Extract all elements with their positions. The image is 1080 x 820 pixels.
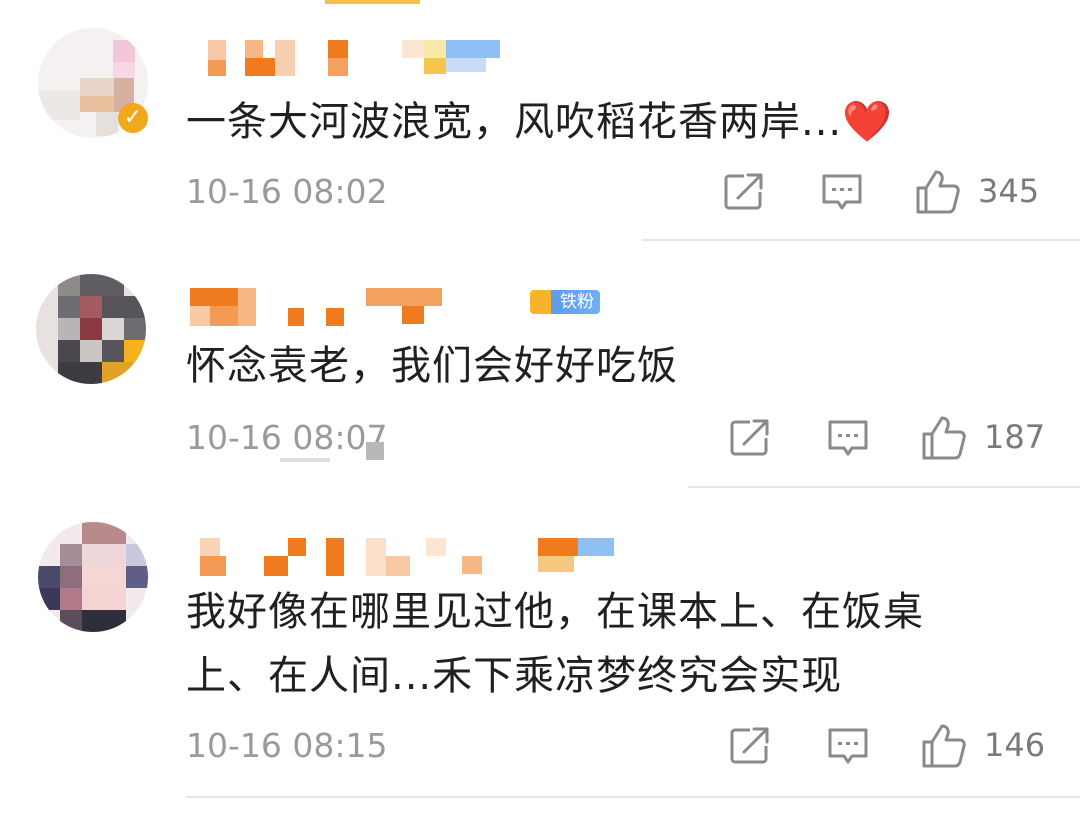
avatar[interactable]: [38, 522, 148, 632]
fan-badge: 铁粉: [530, 290, 600, 314]
avatar[interactable]: [36, 274, 146, 384]
verified-check-icon: ✓: [118, 103, 148, 133]
comment-icon[interactable]: [826, 416, 870, 464]
blurred-overlay: [280, 458, 330, 462]
comment-item: 我好像在哪里见过他，在课本上、在饭桌 上、在人间...禾下乘凉梦终究会实现 10…: [0, 488, 1080, 820]
thumbs-up-icon[interactable]: [920, 722, 968, 774]
comment-text: 怀念袁老，我们会好好吃饭: [186, 343, 678, 389]
comment-time: 10-16 08:07: [186, 418, 388, 457]
comment-item: 铁粉 怀念袁老，我们会好好吃饭 10-16 08:07 187: [0, 240, 1080, 488]
comment-icon[interactable]: [820, 170, 864, 218]
like-count: 345: [978, 172, 1040, 210]
comment-time: 10-16 08:02: [186, 172, 388, 211]
comment-time: 10-16 08:15: [186, 726, 388, 765]
share-icon[interactable]: [722, 170, 766, 218]
thumbs-up-icon[interactable]: [914, 168, 962, 220]
like-count: 187: [984, 418, 1046, 456]
thumbs-up-icon[interactable]: [920, 414, 968, 466]
username-blurred[interactable]: [190, 538, 630, 578]
share-icon[interactable]: [728, 416, 772, 464]
comment-actions: 345: [722, 170, 1042, 220]
comment-actions: 187: [728, 414, 1046, 466]
comment-icon[interactable]: [826, 724, 870, 772]
share-icon[interactable]: [728, 724, 772, 772]
divider: [186, 796, 1080, 798]
comment-item: ✓ 一条大河波浪宽，风吹稻花香两岸...❤️ 10-16 08:02 345: [0, 0, 1080, 240]
username-blurred[interactable]: [190, 288, 450, 328]
comment-actions: 146: [728, 722, 1046, 774]
username-blurred[interactable]: [190, 38, 510, 78]
fan-badge-label: 铁粉: [560, 292, 594, 312]
comment-text: 我好像在哪里见过他，在课本上、在饭桌 上、在人间...禾下乘凉梦终究会实现: [186, 589, 924, 699]
blurred-overlay: [366, 442, 384, 460]
comment-text: 一条大河波浪宽，风吹稻花香两岸...❤️: [186, 99, 893, 145]
like-count: 146: [984, 726, 1046, 764]
